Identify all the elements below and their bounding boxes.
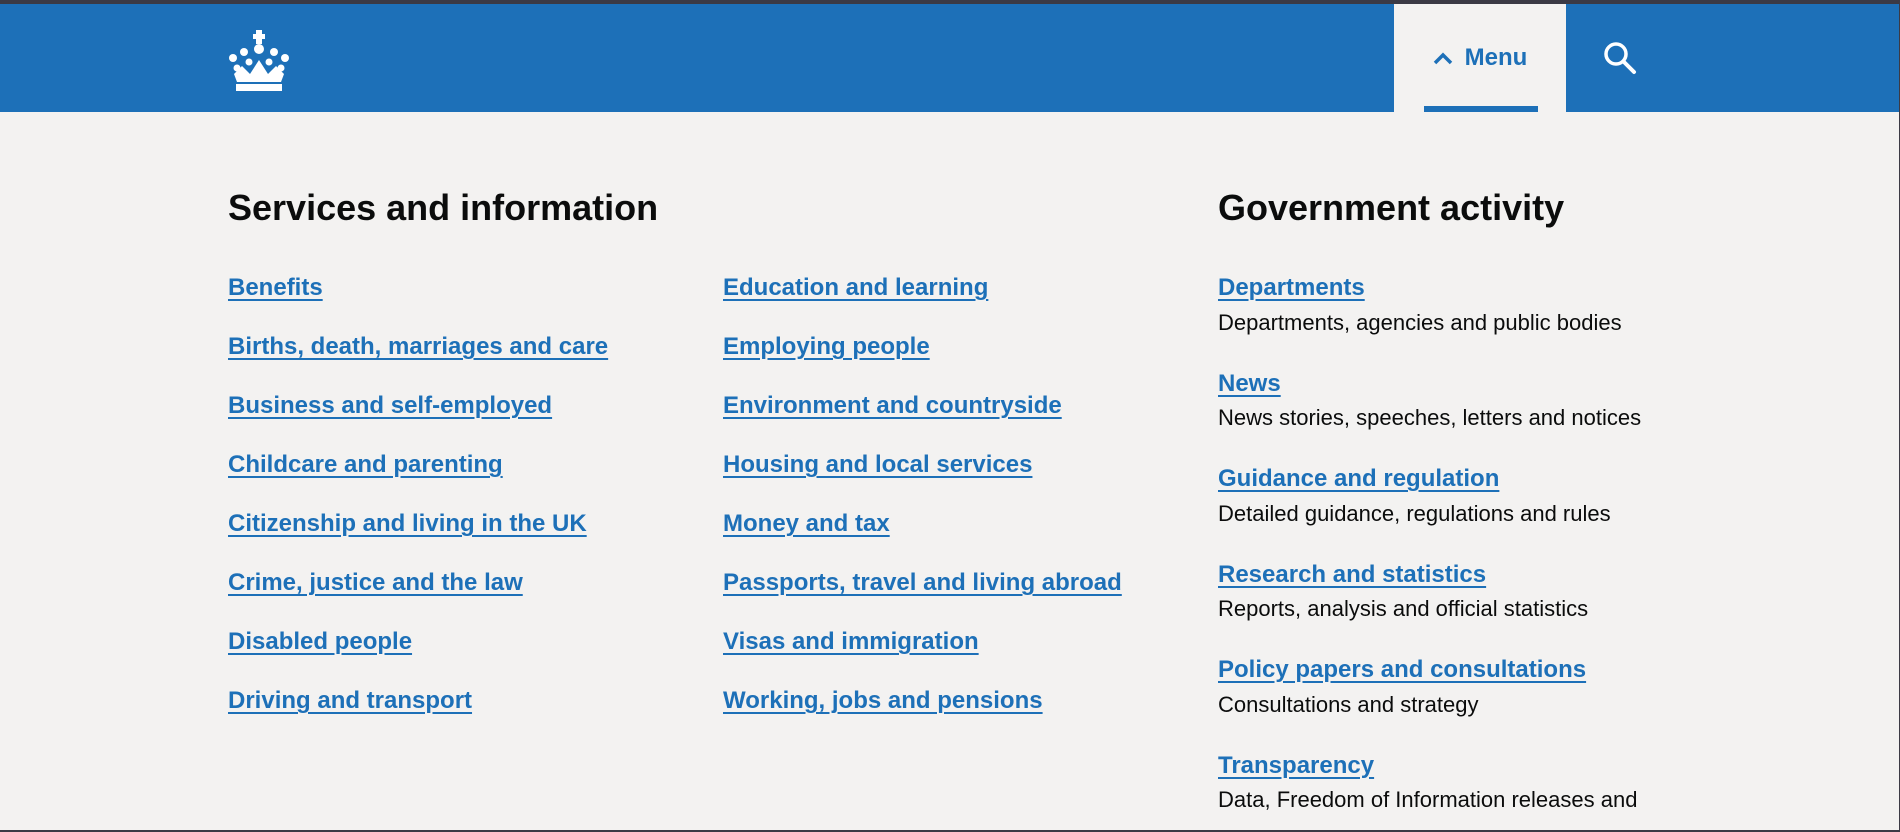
services-link[interactable]: Working, jobs and pensions: [723, 687, 1043, 714]
list-item: Working, jobs and pensions: [723, 687, 1122, 746]
activity-description: Detailed guidance, regulations and rules: [1218, 500, 1611, 526]
activity-link[interactable]: Policy papers and consultations: [1218, 656, 1586, 683]
activity-link[interactable]: News: [1218, 370, 1281, 397]
list-item: Transparency Data, Freedom of Informatio…: [1218, 752, 1878, 832]
services-link[interactable]: Driving and transport: [228, 687, 472, 714]
services-link[interactable]: Crime, justice and the law: [228, 569, 523, 596]
list-item: Employing people: [723, 333, 1122, 392]
list-item: Money and tax: [723, 510, 1122, 569]
list-item: Guidance and regulation Detailed guidanc…: [1218, 465, 1878, 561]
activity-description: Reports, analysis and official statistic…: [1218, 596, 1589, 622]
list-item: Housing and local services: [723, 451, 1122, 510]
activity-link[interactable]: Guidance and regulation: [1218, 465, 1499, 492]
list-item: Disabled people: [228, 628, 608, 687]
list-item: Benefits: [228, 274, 608, 333]
list-item: Departments Departments, agencies and pu…: [1218, 274, 1878, 370]
services-link[interactable]: Citizenship and living in the UK: [228, 510, 587, 537]
activity-description: News stories, speeches, letters and noti…: [1218, 405, 1642, 431]
government-activity-heading: Government activity: [1218, 187, 1565, 228]
activity-link[interactable]: Departments: [1218, 274, 1365, 301]
page: Menu Services and information Benefits B…: [0, 0, 1900, 832]
menu-button[interactable]: Menu: [1394, 4, 1566, 112]
search-button[interactable]: [1566, 4, 1674, 112]
activity-description: Departments, agencies and public bodies: [1218, 309, 1622, 335]
services-link[interactable]: Business and self-employed: [228, 392, 552, 419]
activity-link[interactable]: Transparency: [1218, 752, 1374, 779]
services-link[interactable]: Employing people: [723, 333, 930, 360]
list-item: Education and learning: [723, 274, 1122, 333]
menu-active-underline: [1424, 106, 1538, 112]
services-list-column-1: Benefits Births, death, marriages and ca…: [228, 274, 608, 746]
services-link[interactable]: Disabled people: [228, 628, 412, 655]
list-item: Business and self-employed: [228, 392, 608, 451]
services-link[interactable]: Money and tax: [723, 510, 890, 537]
government-activity-list: Departments Departments, agencies and pu…: [1218, 274, 1878, 832]
list-item: Environment and countryside: [723, 392, 1122, 451]
services-link[interactable]: Environment and countryside: [723, 392, 1062, 419]
services-link[interactable]: Births, death, marriages and care: [228, 333, 608, 360]
activity-description: Consultations and strategy: [1218, 691, 1479, 717]
chevron-up-icon: [1433, 52, 1452, 65]
list-item: News News stories, speeches, letters and…: [1218, 370, 1878, 466]
list-item: Passports, travel and living abroad: [723, 569, 1122, 628]
list-item: Visas and immigration: [723, 628, 1122, 687]
crown-icon: [229, 30, 289, 91]
services-link[interactable]: Passports, travel and living abroad: [723, 569, 1122, 596]
list-item: Childcare and parenting: [228, 451, 608, 510]
services-link[interactable]: Visas and immigration: [723, 628, 979, 655]
list-item: Citizenship and living in the UK: [228, 510, 608, 569]
services-link[interactable]: Childcare and parenting: [228, 451, 503, 478]
services-link[interactable]: Housing and local services: [723, 451, 1032, 478]
list-item: Driving and transport: [228, 687, 608, 746]
services-heading: Services and information: [228, 187, 659, 228]
search-icon: [1604, 42, 1636, 74]
site-header: Menu: [0, 4, 1900, 112]
services-list-column-2: Education and learning Employing people …: [723, 274, 1122, 746]
services-link[interactable]: Benefits: [228, 274, 323, 301]
activity-description: Data, Freedom of Information releases an…: [1218, 787, 1638, 813]
services-link[interactable]: Education and learning: [723, 274, 988, 301]
menu-label: Menu: [1464, 44, 1528, 71]
list-item: Research and statistics Reports, analysi…: [1218, 561, 1878, 657]
list-item: Policy papers and consultations Consulta…: [1218, 656, 1878, 752]
activity-link[interactable]: Research and statistics: [1218, 561, 1486, 588]
list-item: Births, death, marriages and care: [228, 333, 608, 392]
list-item: Crime, justice and the law: [228, 569, 608, 628]
